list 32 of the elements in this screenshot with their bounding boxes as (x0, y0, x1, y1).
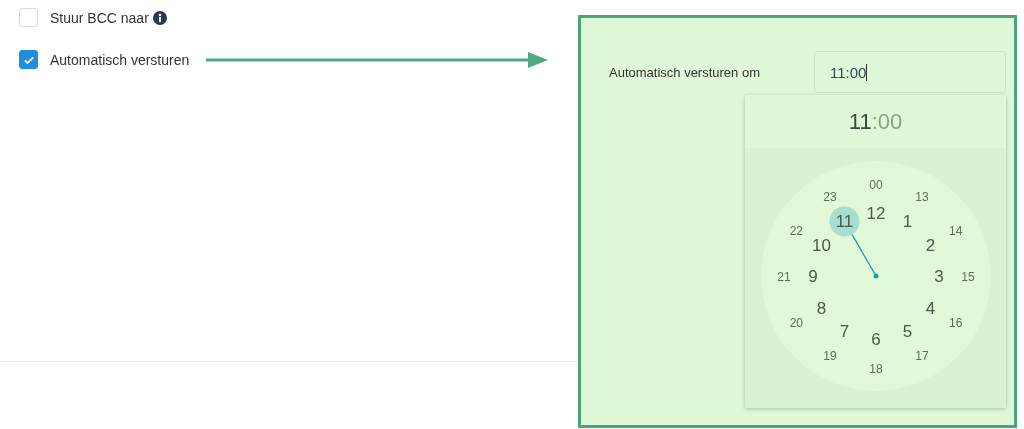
clock-hour[interactable]: 7 (839, 321, 849, 341)
clock-hour[interactable]: 6 (870, 330, 881, 349)
clock-hour[interactable]: 3 (933, 267, 944, 286)
clock-hour[interactable]: 8 (816, 298, 826, 318)
checkbox-label: Stuur BCC naar (50, 9, 149, 26)
clock-hour[interactable]: 5 (902, 321, 912, 341)
checkbox-label: Automatisch versturen (50, 51, 190, 68)
info-icon[interactable] (152, 10, 167, 25)
clock-hour[interactable]: 00 (868, 177, 883, 192)
clock-hour[interactable]: 21 (776, 269, 791, 284)
clock-hour[interactable]: 4 (925, 298, 935, 318)
clock-hour[interactable]: 12 (866, 204, 885, 223)
field-label: Automatisch versturen om (609, 64, 760, 80)
clock-hour[interactable]: 20 (789, 315, 803, 330)
time-input[interactable]: 11:00 (814, 51, 1006, 93)
checkbox[interactable] (19, 50, 38, 69)
clock-hour[interactable]: 16 (948, 315, 962, 330)
clock-hour[interactable]: 10 (811, 235, 831, 255)
clock-hour[interactable]: 18 (868, 361, 883, 376)
clock-hour[interactable]: 9 (807, 267, 818, 286)
clock-hour[interactable]: 15 (960, 269, 975, 284)
clock-hour[interactable]: 19 (822, 349, 837, 364)
clock-hour[interactable]: 2 (925, 235, 935, 255)
clock-hour[interactable]: 14 (948, 223, 962, 238)
clock-center (873, 273, 878, 279)
clock-hour[interactable]: 22 (789, 223, 803, 238)
clock-hour[interactable]: 23 (822, 189, 837, 204)
clock-hour[interactable]: 17 (914, 349, 929, 364)
clock-hour[interactable]: 13 (914, 189, 929, 204)
clock-hour[interactable]: 1 (902, 212, 912, 232)
picker-hours[interactable]: 11 (848, 108, 872, 135)
clock-hour[interactable]: 11 (835, 212, 853, 232)
